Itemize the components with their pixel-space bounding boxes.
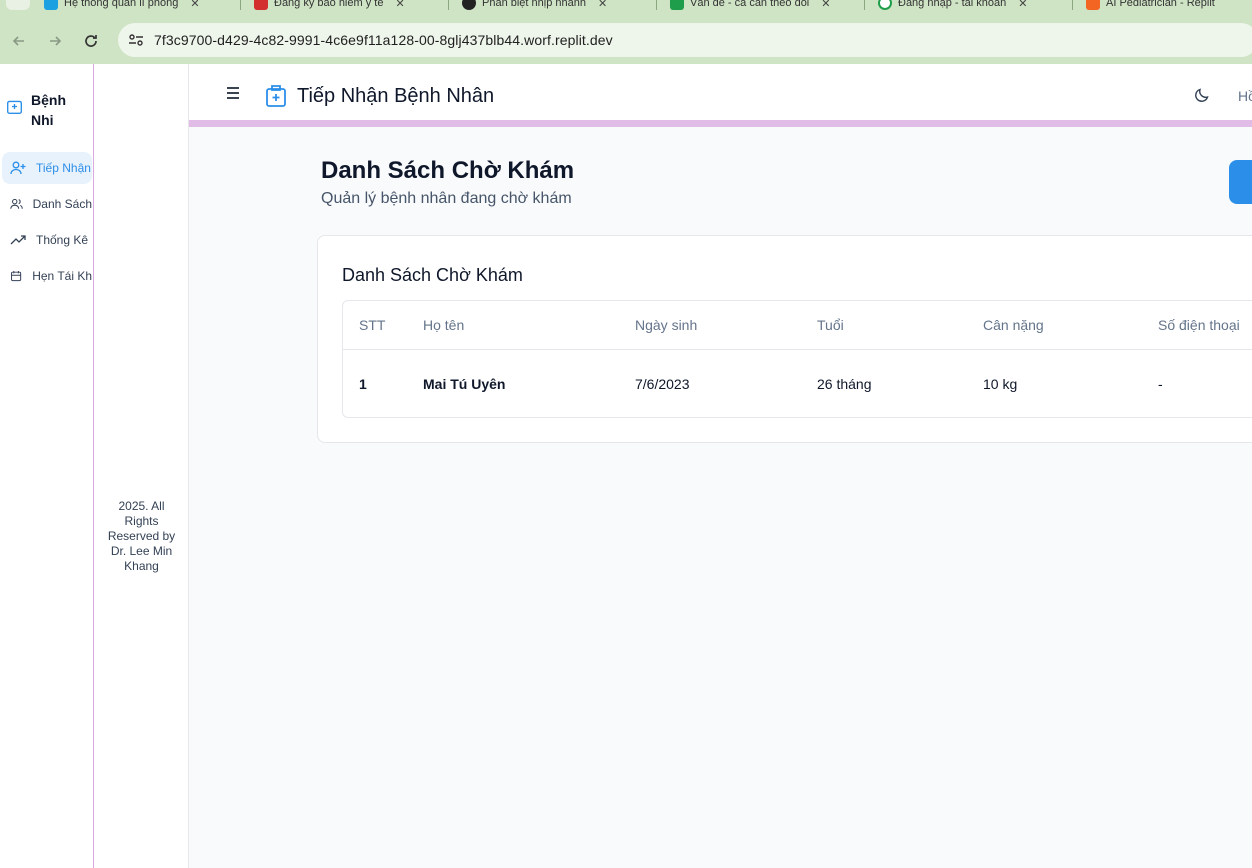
- arrow-left-icon: [12, 36, 24, 46]
- sidebar-item-label: Tiếp Nhận: [36, 161, 91, 175]
- site-settings-icon[interactable]: [124, 29, 148, 51]
- tab-separator: [864, 0, 865, 10]
- tab-favicon-icon: [878, 0, 892, 10]
- tab-label: Đăng ký bảo hiểm y tế: [274, 0, 384, 9]
- page-title: Danh Sách Chờ Khám: [321, 157, 575, 184]
- close-tab-icon[interactable]: ✕: [821, 0, 830, 10]
- url-text: 7f3c9700-d429-4c82-9991-4c6e9f11a128-00-…: [154, 32, 613, 48]
- app-header: Tiếp Nhận Bệnh Nhân Hồ: [189, 64, 1252, 120]
- tab-favicon-icon: [670, 0, 684, 10]
- sidebar-item-hen-tai-kham[interactable]: Hẹn Tái Kh: [2, 260, 92, 292]
- tab-search-button[interactable]: [6, 0, 30, 10]
- table-divider: [343, 349, 1252, 350]
- waiting-list-table: STT Họ tên Ngày sinh Tuổi Cân nặng Số đi…: [342, 300, 1252, 418]
- users-icon: [10, 198, 23, 209]
- back-button[interactable]: [6, 28, 32, 54]
- column-header: Số điện thoại: [1158, 317, 1240, 333]
- tab-separator: [240, 0, 241, 10]
- column-header: STT: [359, 317, 386, 333]
- menu-icon: [227, 87, 239, 99]
- browser-tab[interactable]: Hệ thống quản lí phòng ✕: [44, 0, 200, 11]
- brand: Bệnh Nhi: [6, 90, 71, 130]
- cell-stt: 1: [359, 376, 367, 392]
- tab-favicon-icon: [44, 0, 58, 10]
- reload-button[interactable]: [78, 28, 104, 54]
- tab-favicon-icon: [254, 0, 268, 10]
- close-tab-icon[interactable]: ✕: [395, 0, 404, 10]
- user-plus-icon: [10, 161, 26, 175]
- arrow-right-icon: [50, 36, 62, 46]
- column-header: Họ tên: [423, 317, 465, 333]
- close-tab-icon[interactable]: ✕: [190, 0, 199, 10]
- theme-toggle-button[interactable]: [1194, 87, 1210, 108]
- tab-label: Phân biệt nhịp nhanh: [482, 0, 586, 9]
- browser-tab[interactable]: Đăng ký bảo hiểm y tế ✕: [254, 0, 405, 11]
- column-header: Cân nặng: [983, 317, 1044, 333]
- header-accent-stripe: [189, 120, 1252, 127]
- trending-up-icon: [10, 235, 26, 245]
- sidebar-item-tiep-nhan[interactable]: Tiếp Nhận: [2, 152, 92, 184]
- primary-action-button[interactable]: [1229, 160, 1252, 204]
- tab-label: Hệ thống quản lí phòng: [64, 0, 179, 9]
- reload-icon: [85, 35, 97, 47]
- tab-label: AI Pediatrician - Replit: [1106, 0, 1215, 9]
- tab-label: Đăng nhập - tài khoản: [898, 0, 1007, 9]
- sidebar-item-label: Thống Kê: [36, 233, 89, 247]
- address-bar[interactable]: 7f3c9700-d429-4c82-9991-4c6e9f11a128-00-…: [118, 23, 1252, 57]
- tab-favicon-icon: [462, 0, 476, 10]
- tab-separator: [448, 0, 449, 10]
- calendar-icon: [11, 271, 22, 282]
- browser-tab[interactable]: Vấn đề - cá cần theo dõi ✕: [670, 0, 830, 11]
- sidebar-item-label: Danh Sách: [32, 197, 92, 211]
- column-header: Ngày sinh: [635, 317, 698, 333]
- card-title: Danh Sách Chờ Khám: [342, 265, 523, 285]
- cell-age: 26 tháng: [817, 376, 872, 392]
- close-tab-icon[interactable]: ✕: [598, 0, 607, 10]
- sidebar-item-label: Hẹn Tái Kh: [32, 269, 92, 283]
- browser-tab[interactable]: AI Pediatrician - Replit: [1086, 0, 1215, 11]
- tab-label: Vấn đề - cá cần theo dõi: [690, 0, 810, 9]
- browser-tab[interactable]: Đăng nhập - tài khoản ✕: [878, 0, 1027, 11]
- tab-separator: [656, 0, 657, 10]
- waiting-list-card: Danh Sách Chờ Khám STT Họ tên Ngày sinh …: [317, 235, 1252, 443]
- hospital-icon: [7, 100, 22, 114]
- sidebar-item-danh-sach[interactable]: Danh Sách: [2, 188, 92, 220]
- column-header: Tuổi: [817, 317, 844, 333]
- browser-tab[interactable]: Phân biệt nhịp nhanh ✕: [462, 0, 607, 11]
- hospital-icon: [265, 84, 287, 113]
- moon-icon: [1195, 88, 1209, 102]
- tab-favicon-icon: [1086, 0, 1100, 10]
- header-nav-link[interactable]: Hồ: [1238, 88, 1252, 104]
- forward-button[interactable]: [42, 28, 68, 54]
- page-subtitle: Quản lý bệnh nhân đang chờ khám: [321, 190, 572, 207]
- brand-title: Bệnh Nhi: [31, 92, 66, 128]
- browser-toolbar: 7f3c9700-d429-4c82-9991-4c6e9f11a128-00-…: [0, 18, 1252, 64]
- copyright-footer: 2025. All Rights Reserved by Dr. Lee Min…: [107, 499, 176, 573]
- sidebar-item-thong-ke[interactable]: Thống Kê: [2, 224, 92, 256]
- page-header-title: Tiếp Nhận Bệnh Nhân: [297, 85, 495, 107]
- cell-phone: -: [1158, 376, 1163, 392]
- cell-name: Mai Tú Uyên: [423, 376, 506, 392]
- tab-separator: [1072, 0, 1073, 10]
- menu-toggle-button[interactable]: [225, 86, 241, 105]
- sidebar-footer-rail: 2025. All Rights Reserved by Dr. Lee Min…: [94, 64, 189, 868]
- browser-tab-bar: Hệ thống quản lí phòng ✕ Đăng ký bảo hiể…: [0, 0, 1252, 18]
- cell-weight: 10 kg: [983, 376, 1018, 392]
- cell-dob: 7/6/2023: [635, 376, 690, 392]
- sidebar: Bệnh Nhi Tiếp Nhận Danh Sách Thống Kê Hẹ…: [0, 64, 94, 868]
- close-tab-icon[interactable]: ✕: [1018, 0, 1027, 10]
